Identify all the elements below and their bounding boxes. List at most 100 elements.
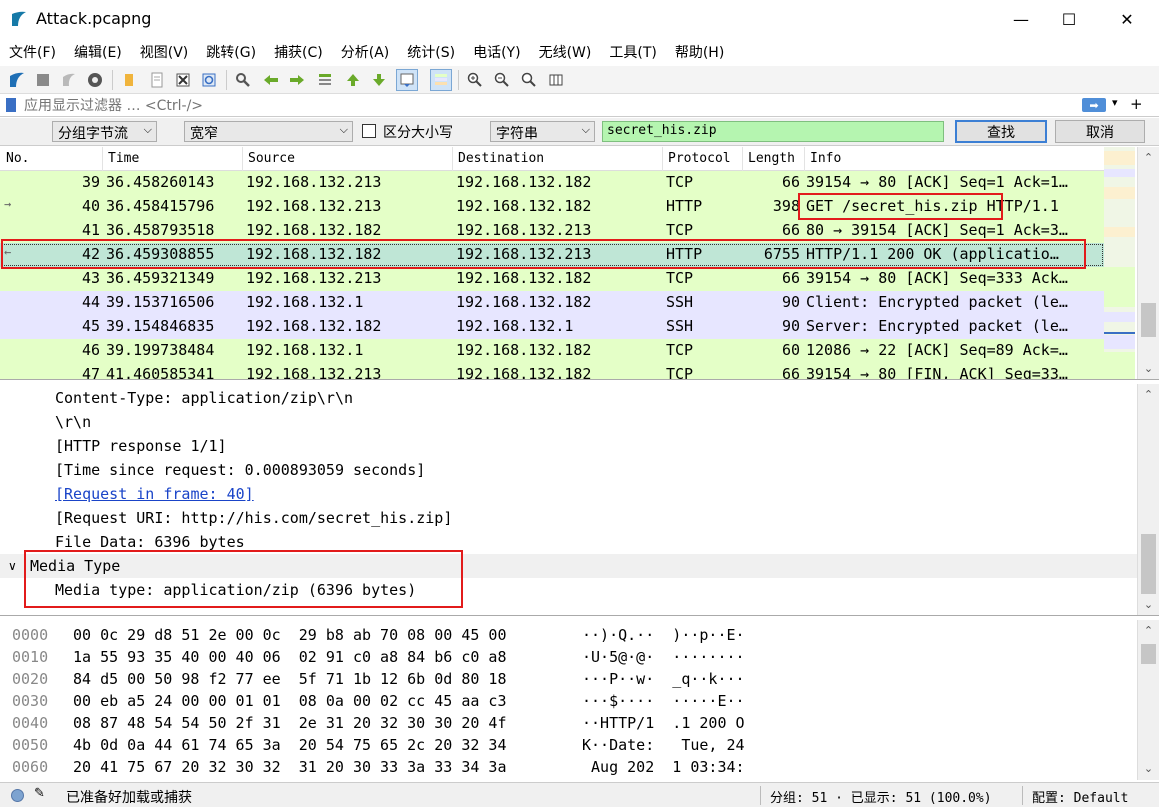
detail-crlf[interactable]: \r\n (55, 413, 91, 431)
options-gear-icon[interactable] (84, 69, 106, 91)
byte-ascii[interactable]: K··Date: Tue, 24 (582, 736, 745, 754)
detail-content-type[interactable]: Content-Type: application/zip\r\n (55, 389, 353, 407)
packet-row[interactable]: 45 39.154846835 192.168.132.182 192.168.132… (0, 315, 1104, 339)
close-file-icon[interactable] (172, 69, 194, 91)
menu-view[interactable]: 视图(V) (140, 40, 189, 64)
menu-telephony[interactable]: 电话(Y) (473, 40, 520, 64)
byte-offset[interactable]: 0020 (12, 670, 48, 688)
scroll-up-icon[interactable]: ⌃ (1138, 622, 1159, 638)
char-width-select[interactable]: 宽窄 ⌵ (184, 121, 353, 142)
scroll-down-icon[interactable]: ⌄ (1138, 596, 1159, 612)
packet-list-scroll-thumb[interactable] (1141, 303, 1156, 337)
zoom-out-icon[interactable] (491, 69, 513, 91)
byte-offset[interactable]: 0040 (12, 714, 48, 732)
detail-media-type-section[interactable]: Media Type (30, 557, 120, 575)
search-in-select[interactable]: 分组字节流 ⌵ (52, 121, 157, 142)
byte-hex[interactable]: 4b 0d 0a 44 61 74 65 3a 20 54 75 65 2c 2… (73, 736, 506, 754)
resize-columns-icon[interactable] (545, 69, 567, 91)
display-filter-input[interactable] (24, 96, 1074, 115)
apply-filter-button[interactable]: ➡ (1082, 98, 1106, 112)
byte-offset[interactable]: 0030 (12, 692, 48, 710)
col-time[interactable]: Time (108, 151, 139, 166)
byte-offset[interactable]: 0050 (12, 736, 48, 754)
scroll-up-icon[interactable]: ⌃ (1138, 149, 1159, 165)
stop-icon[interactable] (32, 69, 54, 91)
colorize-icon[interactable] (430, 69, 452, 91)
byte-hex[interactable]: 84 d5 00 50 98 f2 77 ee 5f 71 1b 12 6b 0… (73, 670, 506, 688)
col-destination[interactable]: Destination (458, 151, 544, 166)
first-packet-icon[interactable] (342, 69, 364, 91)
col-info[interactable]: Info (810, 151, 841, 166)
col-separator[interactable] (102, 147, 103, 171)
col-separator[interactable] (742, 147, 743, 171)
filter-history-dropdown[interactable]: ▾ (1112, 96, 1118, 109)
menu-tools[interactable]: 工具(T) (609, 40, 656, 64)
col-separator[interactable] (662, 147, 663, 171)
byte-offset[interactable]: 0000 (12, 626, 48, 644)
byte-ascii[interactable]: ···P··w· _q··k··· (582, 670, 745, 688)
byte-hex[interactable]: 00 eb a5 24 00 00 01 01 08 0a 00 02 cc 4… (73, 692, 506, 710)
detail-request-uri[interactable]: [Request URI: http://his.com/secret_his.… (55, 509, 452, 527)
packet-list-scrollbar[interactable]: ⌃ ⌄ (1137, 147, 1159, 379)
byte-offset[interactable]: 0060 (12, 758, 48, 776)
go-to-packet-icon[interactable] (314, 69, 336, 91)
expand-chevron-icon[interactable]: ∨ (8, 559, 17, 573)
menu-edit[interactable]: 编辑(E) (74, 40, 122, 64)
col-separator[interactable] (804, 147, 805, 171)
scroll-down-icon[interactable]: ⌄ (1138, 360, 1159, 376)
col-separator[interactable] (242, 147, 243, 171)
packet-row[interactable]: 47 41.460585341 192.168.132.213 192.168.132… (0, 363, 1104, 379)
bookmark-icon[interactable] (6, 98, 16, 112)
reload-icon[interactable] (198, 69, 220, 91)
byte-ascii[interactable]: ··HTTP/1 .1 200 O (582, 714, 745, 732)
byte-ascii[interactable]: ··)·Q.·· )··p··E· (582, 626, 745, 644)
details-scroll-thumb[interactable] (1141, 534, 1156, 594)
shark-fin-icon[interactable] (6, 69, 28, 91)
scroll-up-icon[interactable]: ⌃ (1138, 386, 1159, 402)
menu-analyze[interactable]: 分析(A) (341, 40, 390, 64)
packet-row[interactable]: → 40 36.458415796 192.168.132.213 192.168.13… (0, 195, 1104, 219)
find-input[interactable]: secret_his.zip (602, 121, 944, 142)
menu-capture[interactable]: 捕获(C) (274, 40, 323, 64)
detail-http-response[interactable]: [HTTP response 1/1] (55, 437, 227, 455)
byte-hex[interactable]: 00 0c 29 d8 51 2e 00 0c 29 b8 ab 70 08 0… (73, 626, 506, 644)
menu-statistics[interactable]: 统计(S) (407, 40, 455, 64)
scroll-down-icon[interactable]: ⌄ (1138, 760, 1159, 776)
byte-ascii[interactable]: ·U·5@·@· ········ (582, 648, 745, 666)
forward-arrow-icon[interactable] (286, 69, 308, 91)
menu-wireless[interactable]: 无线(W) (539, 40, 592, 64)
packet-row[interactable]: ← 42 36.459308855 192.168.132.182 192.168.13… (0, 243, 1104, 267)
menu-help[interactable]: 帮助(H) (675, 40, 724, 64)
detail-file-data[interactable]: File Data: 6396 bytes (55, 533, 245, 551)
autoscroll-icon[interactable] (396, 69, 418, 91)
packet-row[interactable]: 39 36.458260143 192.168.132.213 192.168.132… (0, 171, 1104, 195)
find-button[interactable]: 查找 (955, 120, 1047, 143)
cancel-button[interactable]: 取消 (1055, 120, 1145, 143)
byte-hex[interactable]: 20 41 75 67 20 32 30 32 31 20 30 33 3a 3… (73, 758, 506, 776)
back-arrow-icon[interactable] (260, 69, 282, 91)
menu-file[interactable]: 文件(F) (9, 40, 56, 64)
request-in-frame-link[interactable]: [Request in frame: 40] (55, 485, 254, 503)
detail-media-type[interactable]: Media type: application/zip (6396 bytes) (55, 581, 416, 599)
byte-ascii[interactable]: Aug 202 1 03:34: (582, 758, 745, 776)
byte-hex[interactable]: 1a 55 93 35 40 00 40 06 02 91 c0 a8 84 b… (73, 648, 506, 666)
detail-time-since-request[interactable]: [Time since request: 0.000893059 seconds… (55, 461, 425, 479)
byte-ascii[interactable]: ···$···· ·····E·· (582, 692, 745, 710)
col-no[interactable]: No. (6, 151, 29, 166)
packet-row[interactable]: 41 36.458793518 192.168.132.182 192.168.132… (0, 219, 1104, 243)
packet-row[interactable]: 44 39.153716506 192.168.132.1 192.168.132.1… (0, 291, 1104, 315)
open-folder-icon[interactable] (118, 69, 140, 91)
find-icon[interactable] (232, 69, 254, 91)
edit-comment-icon[interactable]: ✎ (34, 786, 45, 801)
restart-icon[interactable] (58, 69, 80, 91)
col-protocol[interactable]: Protocol (668, 151, 731, 166)
file-icon[interactable] (146, 69, 168, 91)
bytes-scroll-thumb[interactable] (1141, 644, 1156, 664)
byte-offset[interactable]: 0010 (12, 648, 48, 666)
packet-row[interactable]: 46 39.199738484 192.168.132.1 192.168.132.1… (0, 339, 1104, 363)
maximize-button[interactable]: ☐ (1046, 0, 1092, 38)
packet-row[interactable]: 43 36.459321349 192.168.132.213 192.168.132… (0, 267, 1104, 291)
capture-status-icon[interactable] (11, 789, 24, 802)
col-source[interactable]: Source (248, 151, 295, 166)
search-type-select[interactable]: 字符串 ⌵ (490, 121, 595, 142)
